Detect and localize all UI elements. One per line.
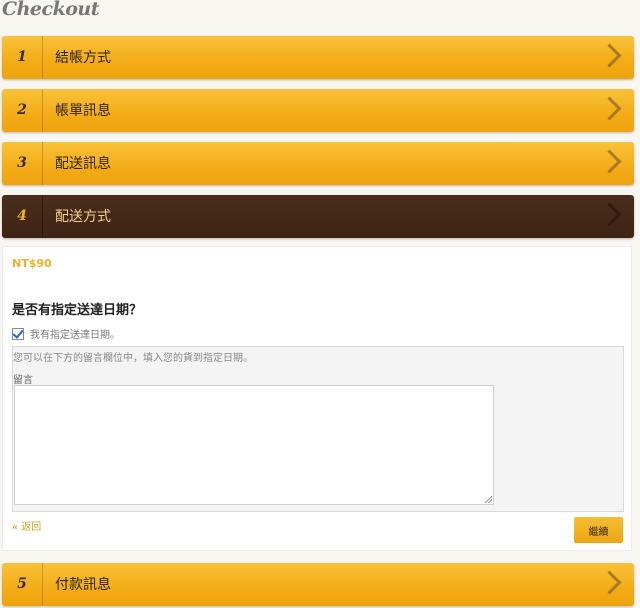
- step-number: 3: [2, 142, 43, 185]
- step-number: 1: [2, 36, 43, 79]
- delivery-date-checkbox-row[interactable]: 我有指定送達日期。: [12, 323, 120, 342]
- comment-hint: 您可以在下方的留言欄位中，填入您的貨到指定日期。: [13, 353, 253, 364]
- back-link[interactable]: « 返回: [12, 518, 41, 533]
- step-label: 結帳方式: [55, 50, 111, 66]
- chevron-right-icon: [597, 43, 622, 68]
- shipping-method-panel: NT$90 是否有指定送達日期？ 我有指定送達日期。 您可以在下方的留言欄位中，…: [2, 246, 632, 551]
- resize-handle-icon[interactable]: [485, 496, 492, 503]
- step-number: 5: [2, 563, 43, 606]
- step-label: 付款訊息: [55, 577, 111, 593]
- delivery-date-checkbox-label[interactable]: 我有指定送達日期。: [30, 330, 120, 341]
- step-label: 配送方式: [55, 209, 111, 225]
- step-label: 配送訊息: [55, 156, 111, 172]
- step-number: 2: [2, 89, 43, 132]
- step-shipping-method[interactable]: 4 配送方式: [2, 195, 634, 238]
- page-title: Checkout: [2, 0, 100, 20]
- step-payment-info[interactable]: 5 付款訊息: [2, 563, 634, 606]
- step-label: 帳單訊息: [55, 103, 111, 119]
- delivery-date-question: 是否有指定送達日期？: [12, 303, 143, 318]
- comment-section: 您可以在下方的留言欄位中，填入您的貨到指定日期。 留言: [12, 346, 624, 512]
- step-billing-info[interactable]: 2 帳單訊息: [2, 89, 634, 132]
- chevron-right-icon: [597, 202, 622, 227]
- delivery-date-checkbox[interactable]: [12, 327, 24, 340]
- step-number: 4: [2, 195, 43, 238]
- chevron-right-icon: [597, 149, 622, 174]
- chevron-right-icon: [597, 570, 622, 595]
- step-shipping-info[interactable]: 3 配送訊息: [2, 142, 634, 185]
- shipping-price: NT$90: [12, 257, 52, 270]
- continue-button[interactable]: 繼續: [574, 517, 623, 543]
- chevron-right-icon: [597, 96, 622, 121]
- comment-label: 留言: [13, 375, 33, 386]
- step-checkout-method[interactable]: 1 結帳方式: [2, 36, 634, 79]
- comment-textarea[interactable]: [14, 385, 494, 505]
